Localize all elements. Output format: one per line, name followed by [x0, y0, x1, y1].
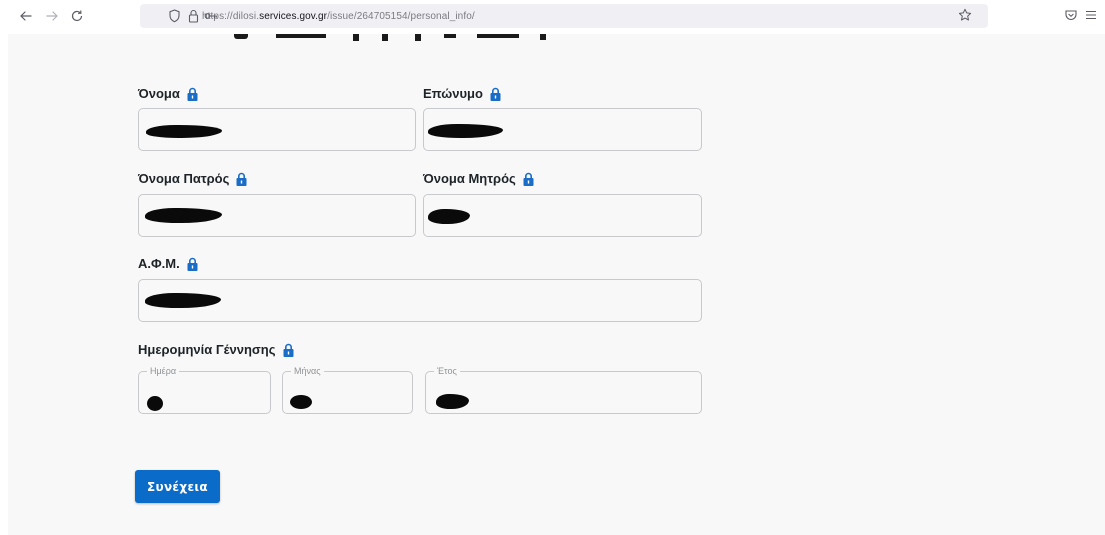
lock-icon — [187, 257, 198, 271]
redacted-value — [290, 395, 312, 409]
padlock-icon[interactable] — [188, 8, 199, 24]
redacted-value — [428, 124, 503, 138]
birth-day-field[interactable]: Ημέρα — [138, 366, 271, 414]
mother-name-field[interactable] — [423, 194, 702, 237]
day-legend: Ημέρα — [150, 366, 177, 376]
redacted-value — [428, 209, 470, 224]
redacted-value — [145, 208, 222, 223]
birth-year-field[interactable]: Έτος — [425, 366, 702, 414]
menu-button[interactable] — [1082, 6, 1100, 24]
mother-name-label: Όνομα Μητρός — [423, 171, 534, 186]
url-text: https://dilosi.services.gov.gr/issue/264… — [202, 10, 475, 22]
page-content: Όνομα Επώνυμο Όνομα Πατρός Όνομα Μητρός … — [8, 34, 1105, 535]
url-bar[interactable]: https://dilosi.services.gov.gr/issue/264… — [140, 4, 988, 28]
redacted-value — [145, 293, 221, 308]
key-icon[interactable] — [204, 8, 218, 24]
forward-button[interactable] — [42, 6, 62, 26]
arrow-left-icon — [20, 11, 32, 21]
father-name-field[interactable] — [138, 194, 416, 237]
continue-button[interactable]: Συνέχεια — [135, 470, 220, 503]
page-title-cutoff — [8, 34, 608, 42]
last-name-label: Επώνυμο — [423, 86, 501, 101]
browser-toolbar: https://dilosi.services.gov.gr/issue/264… — [0, 0, 1105, 34]
tax-id-label: Α.Φ.Μ. — [138, 256, 198, 271]
redacted-value — [436, 394, 469, 409]
first-name-field[interactable] — [138, 108, 416, 151]
lock-icon — [283, 343, 294, 357]
lock-icon — [236, 172, 247, 186]
first-name-label: Όνομα — [138, 86, 198, 101]
pocket-icon — [1065, 10, 1077, 20]
birth-month-field[interactable]: Μήνας — [282, 366, 413, 414]
redacted-value — [146, 125, 222, 138]
month-legend: Μήνας — [294, 366, 321, 376]
tax-id-field[interactable] — [138, 279, 702, 322]
pocket-button[interactable] — [1062, 6, 1080, 24]
star-icon — [958, 8, 972, 21]
father-name-label: Όνομα Πατρός — [138, 171, 247, 186]
birth-date-label: Ημερομηνία Γέννησης — [138, 342, 294, 357]
bookmark-button[interactable] — [956, 6, 974, 24]
lock-icon — [523, 172, 534, 186]
back-button[interactable] — [16, 6, 36, 26]
redacted-value — [147, 396, 163, 411]
arrow-right-icon — [46, 11, 58, 21]
lock-icon — [490, 87, 501, 101]
lock-icon — [187, 87, 198, 101]
reload-icon — [71, 10, 83, 22]
reload-button[interactable] — [67, 6, 87, 26]
shield-icon[interactable] — [168, 8, 181, 24]
last-name-field[interactable] — [423, 108, 702, 151]
year-legend: Έτος — [437, 366, 457, 376]
hamburger-menu-icon — [1086, 10, 1096, 20]
